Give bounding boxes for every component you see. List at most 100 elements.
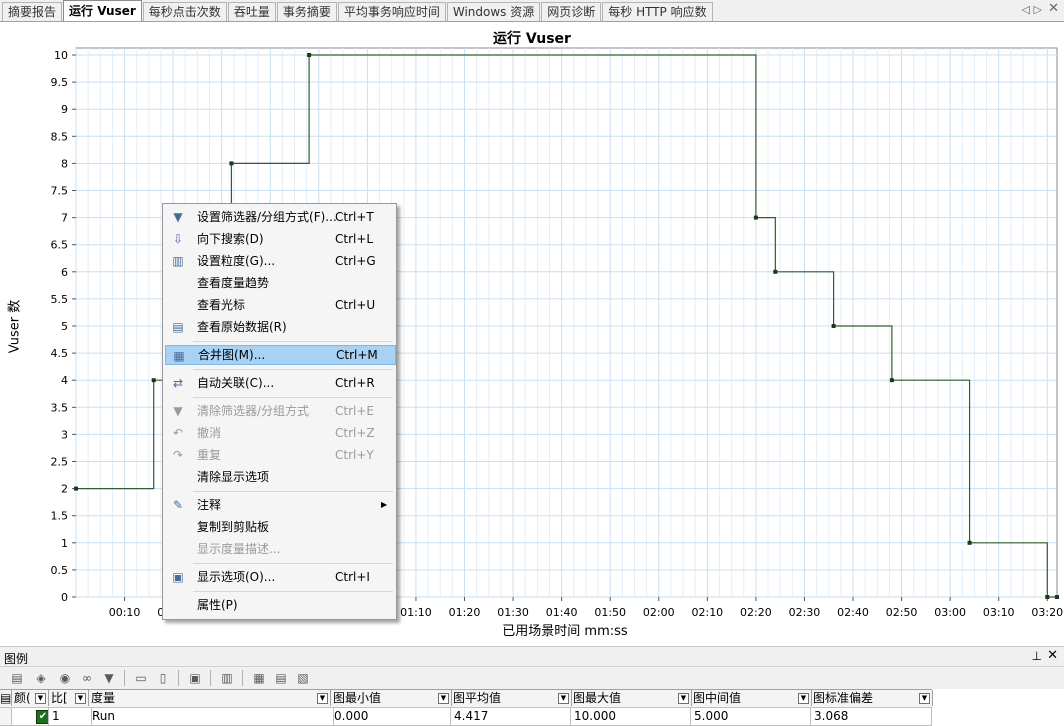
- menu-item[interactable]: ▣ 显示选项(O)... Ctrl+I: [165, 567, 394, 587]
- data-point: [151, 378, 156, 383]
- raw-data-icon: ▤: [172, 320, 184, 334]
- menu-item-label: 注释: [197, 498, 222, 512]
- x-tick-label: 00:10: [109, 606, 141, 619]
- column-dropdown-icon[interactable]: ▼: [798, 693, 809, 704]
- column-header[interactable]: 图最大值 ▼: [571, 690, 692, 706]
- y-tick-label: 7.5: [51, 185, 69, 198]
- x-tick-label: 01:50: [594, 606, 626, 619]
- menu-separator: [193, 397, 393, 398]
- menu-item-label: 设置筛选器/分组方式(F)...: [197, 210, 337, 224]
- color-cell[interactable]: ✔: [12, 708, 49, 725]
- menu-item[interactable]: ⇩ 向下搜索(D) Ctrl+L: [165, 229, 394, 249]
- data-point: [1045, 595, 1050, 599]
- table-row[interactable]: ✔ 1 Run 0.000 4.417 10.000 5.000 3.068: [0, 707, 932, 726]
- column-header[interactable]: 图最小值 ▼: [331, 690, 452, 706]
- legend-table-header: ▤ 颜(▼ 比[▼ 度量 ▼ 图最小值 ▼ 图平均值 ▼ 图最大值 ▼ 图中间值 ▼ 图标准偏差 ▼: [0, 689, 933, 707]
- column-header[interactable]: 比[▼: [49, 690, 89, 706]
- menu-item-label: 撤消: [197, 426, 222, 440]
- menu-separator: [193, 341, 393, 342]
- export-icon[interactable]: ▭: [132, 669, 150, 687]
- column-header[interactable]: 度量 ▼: [89, 690, 331, 706]
- column-header[interactable]: 图中间值 ▼: [691, 690, 812, 706]
- menu-item-label: 查看原始数据(R): [197, 320, 287, 334]
- menu-item-shortcut: Ctrl+T: [335, 210, 374, 224]
- y-tick-label: 9: [61, 103, 68, 116]
- menu-item-label: 重复: [197, 448, 222, 462]
- data-point: [229, 161, 234, 166]
- median-cell: 5.000: [691, 708, 811, 725]
- menu-item[interactable]: ▼ 设置筛选器/分组方式(F)... Ctrl+T: [165, 207, 394, 227]
- y-tick-label: 3: [61, 428, 68, 441]
- menu-item-shortcut: Ctrl+Y: [335, 448, 374, 462]
- avg-cell: 4.417: [451, 708, 571, 725]
- y-tick-label: 5.5: [51, 293, 69, 306]
- menu-item: 显示度量描述...: [165, 539, 394, 559]
- x-tick-label: 03:00: [934, 606, 966, 619]
- menu-item[interactable]: 属性(P): [165, 595, 394, 615]
- menu-item-label: 显示选项(O)...: [197, 570, 276, 584]
- menu-item[interactable]: ⇄ 自动关联(C)... Ctrl+R: [165, 373, 394, 393]
- y-tick-label: 8: [61, 157, 68, 170]
- legend-panel-header: 图例 ⊥ ✕: [0, 646, 1064, 667]
- column-header[interactable]: 图标准偏差 ▼: [811, 690, 933, 706]
- data-point: [967, 540, 972, 545]
- y-axis-label: Vuser 数: [7, 299, 23, 354]
- column-header-label: 图标准偏差: [813, 691, 874, 705]
- x-tick-label: 01:10: [400, 606, 432, 619]
- data-point: [889, 378, 894, 383]
- legend-options-icon[interactable]: ▣: [186, 669, 204, 687]
- link-icon[interactable]: ∞: [78, 669, 96, 687]
- data-point: [307, 53, 312, 57]
- x-tick-label: 02:50: [886, 606, 918, 619]
- column-dropdown-icon[interactable]: ▼: [919, 693, 930, 704]
- menu-item[interactable]: ✎ 注释 ▶: [165, 495, 394, 515]
- menu-item: ↶ 撤消 Ctrl+Z: [165, 423, 394, 443]
- print-icon[interactable]: ▯: [154, 669, 172, 687]
- filter-icon[interactable]: ▼: [100, 669, 118, 687]
- x-tick-label: 02:00: [643, 606, 675, 619]
- show-all-icon[interactable]: ◉: [56, 669, 74, 687]
- menu-item-label: 复制到剪贴板: [197, 520, 270, 534]
- menu-item-shortcut: Ctrl+G: [335, 254, 376, 268]
- menu-item[interactable]: ▦ 合并图(M)... Ctrl+M: [165, 345, 396, 365]
- menu-item[interactable]: 清除显示选项: [165, 467, 394, 487]
- menu-item-shortcut: Ctrl+I: [335, 570, 370, 584]
- undo-icon: ↶: [172, 426, 184, 440]
- y-tick-label: 2: [61, 483, 68, 496]
- y-tick-label: 4: [61, 374, 68, 387]
- column-dropdown-icon[interactable]: ▼: [558, 693, 569, 704]
- menu-item-shortcut: Ctrl+M: [336, 348, 378, 362]
- data-point: [831, 324, 836, 328]
- toolbar-separator: [178, 670, 179, 686]
- configure-measurements-icon[interactable]: ▤: [8, 669, 26, 687]
- menu-item-shortcut: Ctrl+R: [335, 376, 375, 390]
- column-dropdown-icon[interactable]: ▼: [75, 693, 86, 704]
- group-icon[interactable]: ▦: [250, 669, 268, 687]
- scale-cell: 1: [49, 708, 92, 725]
- menu-item[interactable]: 查看光标 Ctrl+U: [165, 295, 394, 315]
- menu-item[interactable]: ▤ 查看原始数据(R): [165, 317, 394, 337]
- close-legend-icon[interactable]: ✕: [1047, 648, 1058, 663]
- column-dropdown-icon[interactable]: ▼: [438, 693, 449, 704]
- column-header[interactable]: 图平均值 ▼: [451, 690, 572, 706]
- visibility-checkbox[interactable]: ✔: [36, 710, 48, 724]
- menu-item: ▼ 清除筛选器/分组方式 Ctrl+E: [165, 401, 394, 421]
- table-view-icon[interactable]: ▧: [294, 669, 312, 687]
- show-only-selected-icon[interactable]: ◈: [32, 669, 50, 687]
- menu-item[interactable]: ▥ 设置粒度(G)... Ctrl+G: [165, 251, 394, 271]
- column-dropdown-icon[interactable]: ▼: [678, 693, 689, 704]
- sort-icon[interactable]: ▤: [272, 669, 290, 687]
- column-dropdown-icon[interactable]: ▼: [35, 693, 46, 704]
- menu-item[interactable]: 查看度量趋势: [165, 273, 394, 293]
- menu-item-label: 查看度量趋势: [197, 276, 270, 290]
- data-point: [1055, 595, 1059, 599]
- y-tick-label: 3.5: [51, 401, 69, 414]
- columns-icon[interactable]: ▥: [218, 669, 236, 687]
- running-vuser-chart[interactable]: 0 0.5 1 1.5 2 2.5 3 3.5 4 4.5 5 5.5 6 6.5 7 7.5 8 8.5 9 9.5…: [0, 0, 1064, 640]
- comment-icon: ✎: [172, 498, 184, 512]
- menu-separator: [193, 491, 393, 492]
- column-header[interactable]: 颜(▼: [12, 690, 49, 706]
- pin-icon[interactable]: ⊥: [1032, 649, 1042, 663]
- column-dropdown-icon[interactable]: ▼: [317, 693, 328, 704]
- menu-item[interactable]: 复制到剪贴板: [165, 517, 394, 537]
